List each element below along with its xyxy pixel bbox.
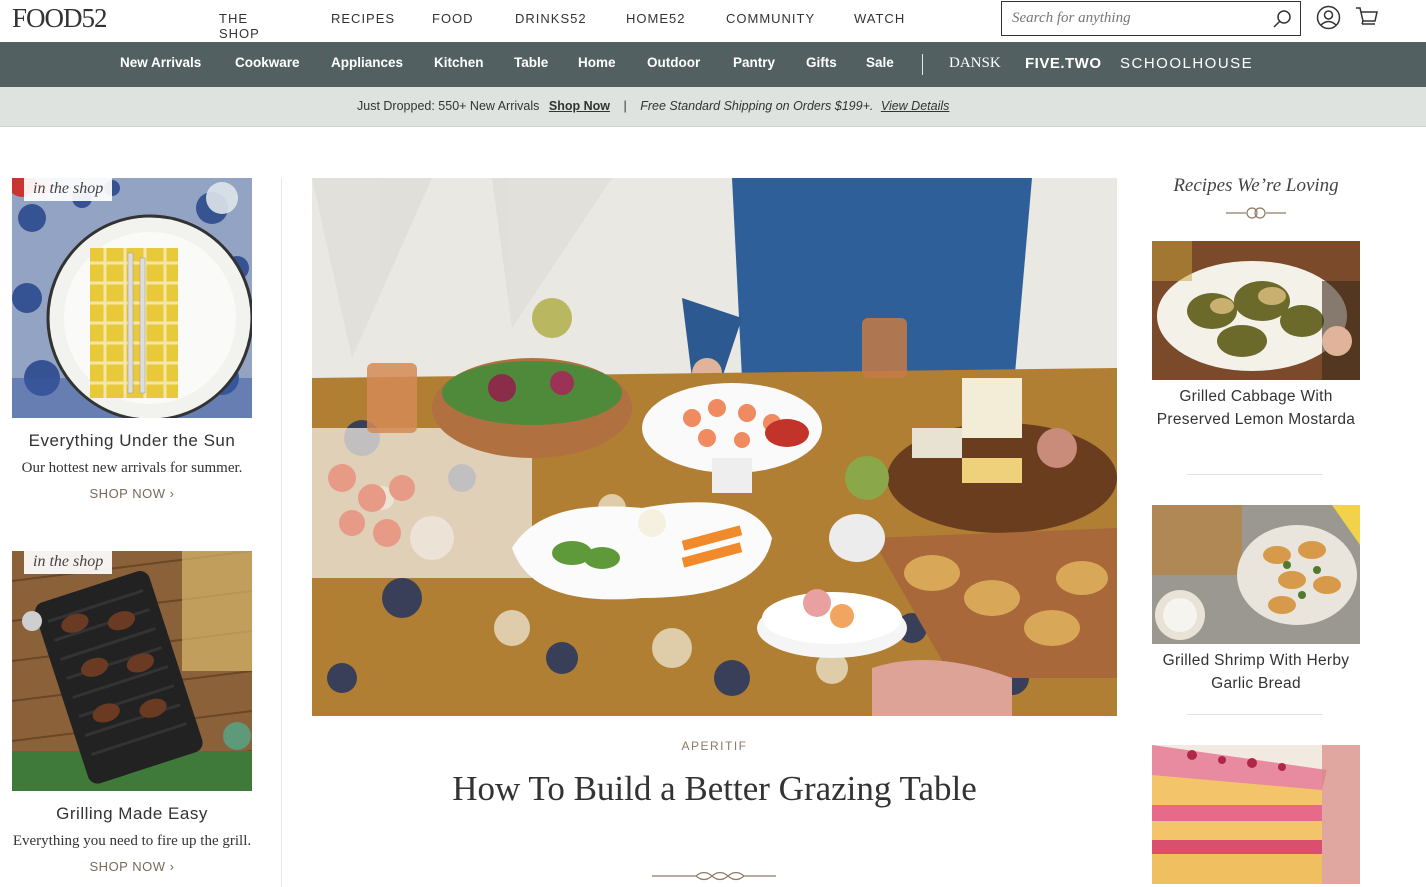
recipe-image-cabbage[interactable] — [1152, 241, 1360, 380]
cart-icon[interactable] — [1354, 5, 1379, 30]
summer-table-image[interactable]: in the shop — [12, 178, 252, 418]
nav-item-recipes[interactable]: RECIPES — [331, 11, 395, 26]
search-icon[interactable] — [1272, 9, 1292, 29]
recipe-card-cake[interactable] — [1152, 745, 1360, 887]
column-divider — [281, 178, 282, 887]
promo-shop-now-link[interactable]: Shop Now — [549, 99, 610, 113]
category-outdoor[interactable]: Outdoor — [647, 55, 700, 70]
category-pantry[interactable]: Pantry — [733, 55, 775, 70]
category-divider — [922, 54, 923, 75]
card-title[interactable]: Everything Under the Sun — [12, 431, 252, 451]
category-kitchen[interactable]: Kitchen — [434, 55, 484, 70]
shop-now-link[interactable]: SHOP NOW › — [12, 859, 252, 874]
article-headline[interactable]: How To Build a Better Grazing Table — [412, 766, 1017, 811]
nav-item-food[interactable]: FOOD — [432, 11, 474, 26]
category-sale[interactable]: Sale — [866, 55, 894, 70]
shop-now-label: SHOP NOW — [89, 859, 166, 874]
category-bar: New Arrivals Cookware Appliances Kitchen… — [0, 42, 1426, 87]
category-appliances[interactable]: Appliances — [331, 55, 403, 70]
shipping-text: Free Standard Shipping on Orders $199+. — [640, 99, 874, 113]
recipe-title[interactable]: Grilled Shrimp With Herby Garlic Bread — [1152, 649, 1360, 695]
recipe-separator — [1187, 474, 1323, 475]
chevron-right-icon: › — [169, 486, 175, 501]
chevron-right-icon: › — [169, 859, 175, 874]
recipe-image-cake[interactable] — [1152, 745, 1360, 884]
recipe-separator — [1187, 714, 1323, 715]
promo-message: Just Dropped: 550+ New Arrivals Shop Now… — [357, 99, 949, 113]
recipe-image-shrimp[interactable] — [1152, 505, 1360, 644]
brand-schoolhouse[interactable]: SCHOOLHOUSE — [1120, 55, 1253, 72]
card-description: Our hottest new arrivals for summer. — [21, 460, 243, 476]
shop-card-grilling[interactable]: in the shop Grilling Made Easy Everythin… — [12, 551, 252, 874]
view-details-link[interactable]: View Details — [881, 99, 950, 113]
grilling-image[interactable]: in the shop — [12, 551, 252, 791]
ornament-divider-icon — [652, 871, 776, 881]
shop-card-summer[interactable]: in the shop Everything Under the Sun Our… — [12, 178, 252, 501]
search-input[interactable] — [1012, 2, 1262, 34]
category-table[interactable]: Table — [514, 55, 548, 70]
food52-logo[interactable]: FOOD52 — [12, 3, 108, 34]
recipe-card-shrimp[interactable]: Grilled Shrimp With Herby Garlic Bread — [1152, 505, 1360, 695]
category-cookware[interactable]: Cookware — [235, 55, 300, 70]
recipe-card-cabbage[interactable]: Grilled Cabbage With Preserved Lemon Mos… — [1152, 241, 1360, 431]
shop-now-label: SHOP NOW — [89, 486, 166, 501]
recipe-title[interactable]: Grilled Cabbage With Preserved Lemon Mos… — [1152, 385, 1360, 431]
nav-item-community[interactable]: COMMUNITY — [726, 11, 815, 26]
shop-now-link[interactable]: SHOP NOW › — [12, 486, 252, 501]
rings-ornament-icon — [1226, 207, 1286, 219]
brand-five-two[interactable]: FIVE.TWO — [1025, 55, 1102, 72]
promo-bar: Just Dropped: 550+ New Arrivals Shop Now… — [0, 87, 1426, 127]
promo-text: Just Dropped: 550+ New Arrivals — [357, 99, 540, 113]
in-the-shop-badge: in the shop — [24, 551, 113, 574]
in-the-shop-badge: in the shop — [24, 178, 113, 201]
nav-item-the-shop[interactable]: THE SHOP — [219, 11, 260, 41]
article-category[interactable]: APERITIF — [312, 739, 1117, 753]
search-box — [1001, 1, 1301, 36]
nav-item-watch[interactable]: WATCH — [854, 11, 905, 26]
hero-image[interactable] — [312, 178, 1117, 716]
promo-separator: | — [623, 99, 627, 113]
card-title[interactable]: Grilling Made Easy — [12, 804, 252, 824]
category-new-arrivals[interactable]: New Arrivals — [120, 55, 201, 70]
brand-dansk[interactable]: DANSK — [949, 55, 1001, 72]
category-gifts[interactable]: Gifts — [806, 55, 837, 70]
card-description: Everything you need to fire up the grill… — [12, 833, 252, 849]
account-icon[interactable] — [1316, 5, 1341, 30]
top-header: FOOD52 THE SHOP RECIPES FOOD DRINKS52 HO… — [0, 0, 1426, 42]
right-rail-title: Recipes We’re Loving — [1173, 175, 1339, 196]
category-home[interactable]: Home — [578, 55, 616, 70]
nav-item-drinks52[interactable]: DRINKS52 — [515, 11, 587, 26]
nav-item-home52[interactable]: HOME52 — [626, 11, 685, 26]
